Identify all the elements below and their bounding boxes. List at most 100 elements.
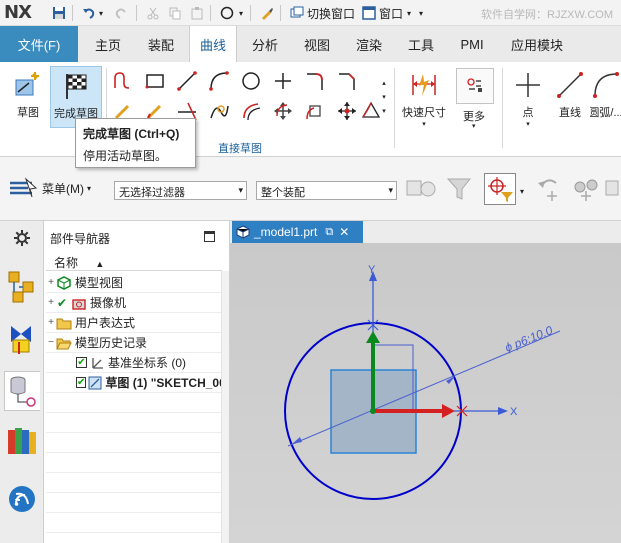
chamfer-icon[interactable] bbox=[334, 68, 360, 94]
line-button[interactable]: 直线 bbox=[552, 66, 588, 128]
tree-item-model-views[interactable]: + 模型视图 bbox=[46, 273, 222, 293]
tab-pmi[interactable]: PMI bbox=[449, 26, 495, 62]
tab-render[interactable]: 渲染 bbox=[345, 26, 393, 62]
arc-circle-button[interactable]: 圆弧/... bbox=[590, 66, 621, 128]
paste-icon[interactable] bbox=[188, 4, 206, 22]
expand-icon[interactable]: + bbox=[46, 277, 56, 288]
menu-button[interactable]: 菜单(M) ▾ bbox=[8, 177, 91, 199]
selection-cubes-icon[interactable] bbox=[404, 173, 438, 205]
tab-tools[interactable]: 工具 bbox=[397, 26, 445, 62]
arc-tool-icon[interactable] bbox=[206, 68, 232, 94]
tab-view[interactable]: 视图 bbox=[293, 26, 341, 62]
chevron-down-icon[interactable]: ▾ bbox=[472, 122, 476, 130]
copy-icon[interactable] bbox=[166, 4, 184, 22]
collapse-icon[interactable]: − bbox=[46, 337, 56, 348]
redo-icon[interactable] bbox=[112, 4, 130, 22]
tab-application[interactable]: 应用模块 bbox=[499, 26, 575, 62]
app-logo: NX bbox=[4, 2, 32, 23]
rectangle-icon[interactable] bbox=[142, 68, 168, 94]
empty-row bbox=[46, 473, 222, 493]
file-menu[interactable]: 文件(F) bbox=[0, 26, 78, 62]
column-header-name[interactable]: 名称 ▲ bbox=[46, 251, 222, 271]
web-browser-icon[interactable] bbox=[4, 479, 40, 519]
binoculars-icon[interactable] bbox=[570, 173, 600, 205]
sketch-icon bbox=[15, 72, 39, 96]
part-navigator-icon[interactable] bbox=[4, 371, 40, 411]
point-tool-icon[interactable] bbox=[270, 68, 296, 94]
filter-funnel-icon[interactable] bbox=[444, 173, 478, 205]
expand-icon[interactable]: + bbox=[46, 297, 56, 308]
chevron-down-icon[interactable]: ▾ bbox=[422, 120, 426, 128]
offset-curve-icon[interactable] bbox=[238, 98, 264, 124]
expand-icon[interactable]: + bbox=[46, 317, 56, 328]
checkered-flag-icon bbox=[66, 74, 87, 99]
pin-icon[interactable]: ⧉ bbox=[325, 226, 333, 239]
tab-curve[interactable]: 曲线 bbox=[189, 26, 237, 62]
select-dropdown-icon[interactable]: ▾ bbox=[236, 4, 246, 22]
resource-settings-icon[interactable] bbox=[4, 225, 40, 251]
gallery-expand-icon[interactable]: ▾ bbox=[378, 98, 390, 124]
constraint-navigator-icon[interactable] bbox=[4, 319, 40, 359]
more-icon[interactable] bbox=[456, 68, 494, 104]
selection-filter-select[interactable]: 无选择过滤器 ▾ bbox=[114, 181, 247, 200]
graphics-window[interactable]: ϕ p6:10.0 Y X bbox=[230, 243, 621, 543]
divider bbox=[250, 5, 251, 21]
profile-icon[interactable] bbox=[110, 68, 136, 94]
rotate-icon[interactable] bbox=[534, 173, 564, 205]
reuse-library-icon[interactable] bbox=[4, 421, 40, 461]
visibility-checkbox[interactable]: ✔ bbox=[76, 377, 87, 388]
switch-window-icon[interactable] bbox=[288, 4, 306, 22]
chevron-down-icon[interactable]: ▾ bbox=[520, 187, 524, 196]
sketch-button[interactable]: 草图 bbox=[8, 66, 48, 128]
empty-row bbox=[46, 513, 222, 533]
line-tool-icon[interactable] bbox=[174, 68, 200, 94]
cut-icon[interactable] bbox=[144, 4, 162, 22]
point-button[interactable]: 点 ▾ bbox=[510, 66, 546, 128]
move-curve-icon[interactable] bbox=[270, 98, 296, 124]
snap-point-icon[interactable] bbox=[484, 173, 516, 205]
tree-item-label: 基准坐标系 (0) bbox=[108, 356, 187, 370]
chevron-down-icon[interactable]: ▾ bbox=[526, 120, 530, 128]
y-axis-label: Y bbox=[368, 264, 376, 276]
selection-scope-select[interactable]: 整个装配 ▾ bbox=[256, 181, 397, 200]
tree-item-sketch[interactable]: ✔ 草图 (1) "SKETCH_000" bbox=[46, 373, 222, 393]
watermark: 软件自学网：RJZXW.COM bbox=[481, 9, 613, 21]
switch-window-button[interactable]: 切换窗口 bbox=[307, 5, 355, 22]
make-corner-icon[interactable] bbox=[334, 98, 360, 124]
tab-assembly[interactable]: 装配 bbox=[136, 26, 186, 62]
save-icon[interactable] bbox=[50, 4, 68, 22]
sketch-canvas[interactable]: ϕ p6:10.0 Y X bbox=[230, 243, 621, 543]
undo-dropdown-icon[interactable]: ▾ bbox=[96, 4, 106, 22]
tab-home[interactable]: 主页 bbox=[84, 26, 132, 62]
document-tab[interactable]: _model1.prt ⧉ ✕ bbox=[232, 221, 363, 243]
diameter-dimension-label[interactable]: ϕ p6:10.0 bbox=[503, 323, 555, 355]
origin-point[interactable] bbox=[370, 408, 376, 414]
paint-icon[interactable] bbox=[258, 4, 276, 22]
tree-item-camera[interactable]: + ✔ 摄像机 bbox=[46, 293, 222, 313]
tree-item-user-expressions[interactable]: + 用户表达式 bbox=[46, 313, 222, 333]
chevron-down-icon: ▾ bbox=[87, 183, 92, 193]
studio-spline-icon[interactable] bbox=[206, 98, 232, 124]
rapid-dimension-button[interactable]: 快速尺寸 ▾ bbox=[398, 66, 450, 128]
circle-tool-icon[interactable] bbox=[238, 68, 264, 94]
maximize-icon[interactable] bbox=[204, 231, 215, 242]
circle-select-icon[interactable] bbox=[218, 4, 236, 22]
offset-move-icon[interactable] bbox=[302, 98, 328, 124]
rapid-dimension-icon bbox=[412, 74, 436, 96]
tree-item-datum-csys[interactable]: ✔ 基准坐标系 (0) bbox=[46, 353, 222, 373]
navigator-title: 部件导航器 bbox=[50, 232, 111, 246]
visibility-checkbox[interactable]: ✔ bbox=[76, 357, 87, 368]
window-menu-button[interactable]: 窗口 bbox=[379, 5, 403, 22]
navigator-scrollbar[interactable] bbox=[221, 271, 229, 543]
window-dropdown-icon[interactable]: ▾ bbox=[404, 4, 414, 22]
fillet-icon[interactable] bbox=[302, 68, 328, 94]
close-icon[interactable]: ✕ bbox=[339, 225, 349, 239]
tree-item-model-history[interactable]: − 模型历史记录 bbox=[46, 333, 222, 353]
assembly-navigator-icon[interactable] bbox=[4, 267, 40, 307]
window-icon[interactable] bbox=[360, 4, 378, 22]
triad-x-arrow bbox=[442, 404, 455, 418]
sketch-label: 草图 bbox=[17, 107, 39, 119]
toolbar-overflow-icon[interactable] bbox=[604, 175, 621, 205]
customize-icon[interactable]: ▾ bbox=[416, 4, 426, 22]
tab-analysis[interactable]: 分析 bbox=[241, 26, 289, 62]
